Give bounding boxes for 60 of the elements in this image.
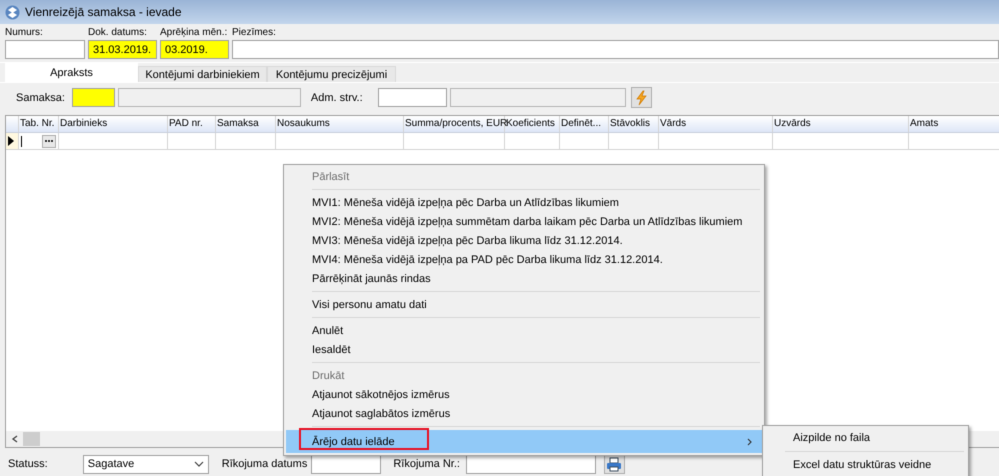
menu-item[interactable]: MVI4: Mēneša vidējā izpeļņa pa PAD pēc Darba likuma līdz 31.12.2014. bbox=[286, 250, 762, 269]
input-field[interactable] bbox=[72, 88, 115, 107]
tab[interactable]: Kontējumi darbiniekiem bbox=[138, 66, 267, 82]
menu-item[interactable]: Iesaldēt bbox=[286, 340, 762, 359]
menu-item[interactable]: Atjaunot saglabātos izmērus bbox=[286, 404, 762, 423]
input-field[interactable]: 03.2019. bbox=[160, 40, 229, 59]
input-field[interactable]: 31.03.2019. bbox=[88, 40, 157, 59]
menu-item[interactable]: MVI2: Mēneša vidējā izpeļņa summētam darba laikam pēc Darba un Atlīdzības likumiem bbox=[286, 212, 762, 231]
column-header[interactable]: Vārds bbox=[659, 116, 773, 132]
chevron-down-icon bbox=[194, 461, 204, 467]
field-label: Adm. strv.: bbox=[310, 92, 363, 104]
field-label: Piezīmes: bbox=[232, 27, 277, 39]
menu-item[interactable]: MVI1: Mēneša vidējā izpeļņa pēc Darba un Atlīdzības likumiem bbox=[286, 193, 762, 212]
column-header[interactable]: Stāvoklis bbox=[609, 116, 659, 132]
scroll-thumb[interactable] bbox=[23, 432, 40, 446]
field-label: Rīkojuma Nr.: bbox=[393, 458, 460, 470]
column-header[interactable]: Darbinieks bbox=[59, 116, 168, 132]
column-header[interactable]: Samaksa bbox=[216, 116, 276, 132]
ellipsis-icon bbox=[44, 139, 54, 143]
column-header[interactable]: Nosaukums bbox=[276, 116, 404, 132]
input-field[interactable] bbox=[450, 88, 626, 107]
field-label: Samaksa: bbox=[16, 92, 65, 104]
input-field[interactable] bbox=[5, 40, 85, 59]
column-header[interactable]: Amats bbox=[909, 116, 999, 132]
input-field[interactable] bbox=[232, 40, 999, 59]
field-label: Aprēķina mēn.: bbox=[160, 27, 228, 39]
lookup-button[interactable] bbox=[42, 134, 56, 148]
tab[interactable]: Kontējumu precizējumi bbox=[267, 66, 396, 82]
menu-item[interactable]: Visi personu amatu dati bbox=[286, 295, 762, 314]
field-label: Rīkojuma datums bbox=[222, 458, 308, 470]
menu-item[interactable]: Anulēt bbox=[286, 321, 762, 340]
chevron-right-icon bbox=[747, 438, 752, 446]
print-button[interactable] bbox=[604, 454, 625, 474]
menu-item[interactable]: Atjaunot sākotnējos izmērus bbox=[286, 385, 762, 404]
status-dropdown[interactable]: Sagatave bbox=[82, 454, 209, 474]
field-label: Numurs: bbox=[5, 27, 44, 39]
column-header[interactable]: Koeficients bbox=[505, 116, 560, 132]
text-cursor bbox=[21, 136, 22, 146]
column-header[interactable]: Summa/procents, EUR bbox=[404, 116, 505, 132]
lightning-icon bbox=[634, 90, 649, 106]
column-header[interactable]: Tab. Nr. bbox=[19, 116, 59, 132]
menu-item[interactable]: Excel datu struktūras veidne bbox=[765, 455, 966, 475]
column-header[interactable]: Definēt... bbox=[560, 116, 609, 132]
column-header[interactable]: Uzvārds bbox=[773, 116, 909, 132]
field-label: Dok. datums: bbox=[88, 27, 148, 39]
menu-item[interactable]: MVI3: Mēneša vidējā izpeļņa pēc Darba likuma līdz 31.12.2014. bbox=[286, 231, 762, 250]
field-label: Statuss: bbox=[8, 458, 48, 470]
column-header[interactable]: PAD nr. bbox=[168, 116, 216, 132]
input-field[interactable] bbox=[378, 88, 447, 107]
tab[interactable]: Apraksts bbox=[5, 63, 138, 82]
printer-icon bbox=[606, 456, 622, 472]
window-title: Vienreizējā samaksa - ievade bbox=[25, 5, 182, 19]
menu-item[interactable]: Ārējo datu ielāde bbox=[286, 430, 762, 453]
scroll-left-icon bbox=[11, 434, 19, 444]
input-field[interactable] bbox=[118, 88, 301, 107]
app-icon bbox=[5, 4, 20, 20]
menu-item[interactable]: Pārrēķināt jaunās rindas bbox=[286, 269, 762, 288]
menu-item[interactable]: Aizpilde no faila bbox=[765, 428, 966, 448]
row-pointer-icon bbox=[6, 135, 15, 147]
run-button[interactable] bbox=[630, 87, 652, 108]
